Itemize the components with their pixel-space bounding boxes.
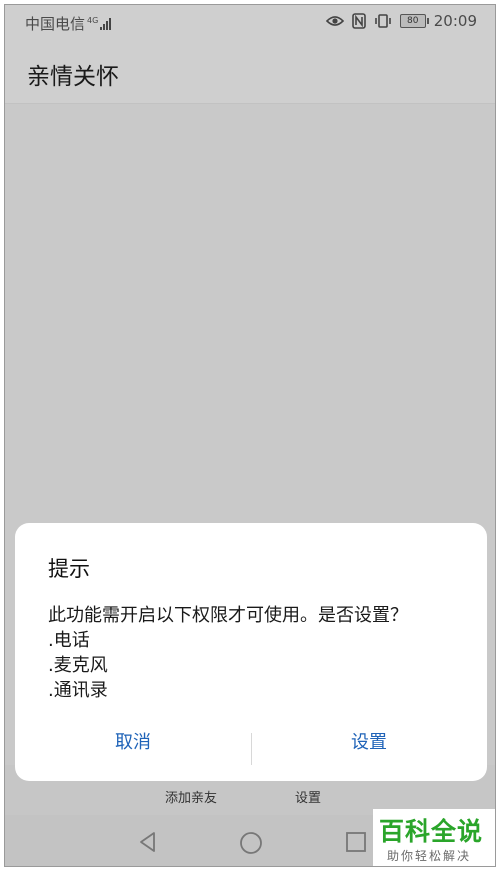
watermark-slogan: 助你轻松解决: [387, 849, 472, 863]
permission-item-phone: .电话: [48, 630, 90, 651]
dialog-message-line: 此功能需开启以下权限才可使用。是否设置？: [48, 605, 408, 626]
carrier-info: 中国电信 4G: [25, 13, 112, 34]
dialog-message: 此功能需开启以下权限才可使用。是否设置？ .电话 .麦克风 .通讯录: [48, 603, 408, 703]
back-icon[interactable]: [137, 831, 159, 857]
status-icons: 80 20:09: [325, 12, 477, 30]
screen-frame: 中国电信 4G 80 20:09 亲情关怀 添加亲友 设置 提示 此功能需开启以…: [4, 4, 496, 867]
home-icon[interactable]: [239, 831, 263, 859]
permission-dialog: 提示 此功能需开启以下权限才可使用。是否设置？ .电话 .麦克风 .通讯录 取消…: [15, 523, 487, 781]
clock: 20:09: [433, 12, 477, 30]
cancel-button[interactable]: 取消: [15, 721, 251, 765]
permission-item-contacts: .通讯录: [48, 680, 108, 701]
eye-icon: [325, 15, 344, 27]
status-bar: 中国电信 4G 80 20:09: [5, 5, 495, 39]
nfc-icon: [351, 13, 366, 29]
dialog-title: 提示: [48, 557, 90, 581]
tab-add-family[interactable]: 添加亲友: [165, 787, 217, 806]
vibrate-icon: [374, 14, 392, 28]
app-title: 亲情关怀: [27, 64, 119, 90]
settings-button[interactable]: 设置: [251, 721, 487, 765]
recents-icon[interactable]: [345, 831, 367, 857]
carrier-name: 中国电信: [25, 15, 86, 33]
battery-icon: 80: [399, 14, 429, 28]
watermark-logo: 百科全说 助你轻松解决: [373, 809, 495, 866]
signal-icon: [100, 18, 112, 30]
tab-settings[interactable]: 设置: [295, 787, 321, 806]
watermark-brand: 百科全说: [379, 817, 484, 846]
permission-item-microphone: .麦克风: [48, 655, 108, 676]
network-type: 4G: [87, 16, 99, 25]
app-title-bar: 亲情关怀: [5, 39, 495, 104]
